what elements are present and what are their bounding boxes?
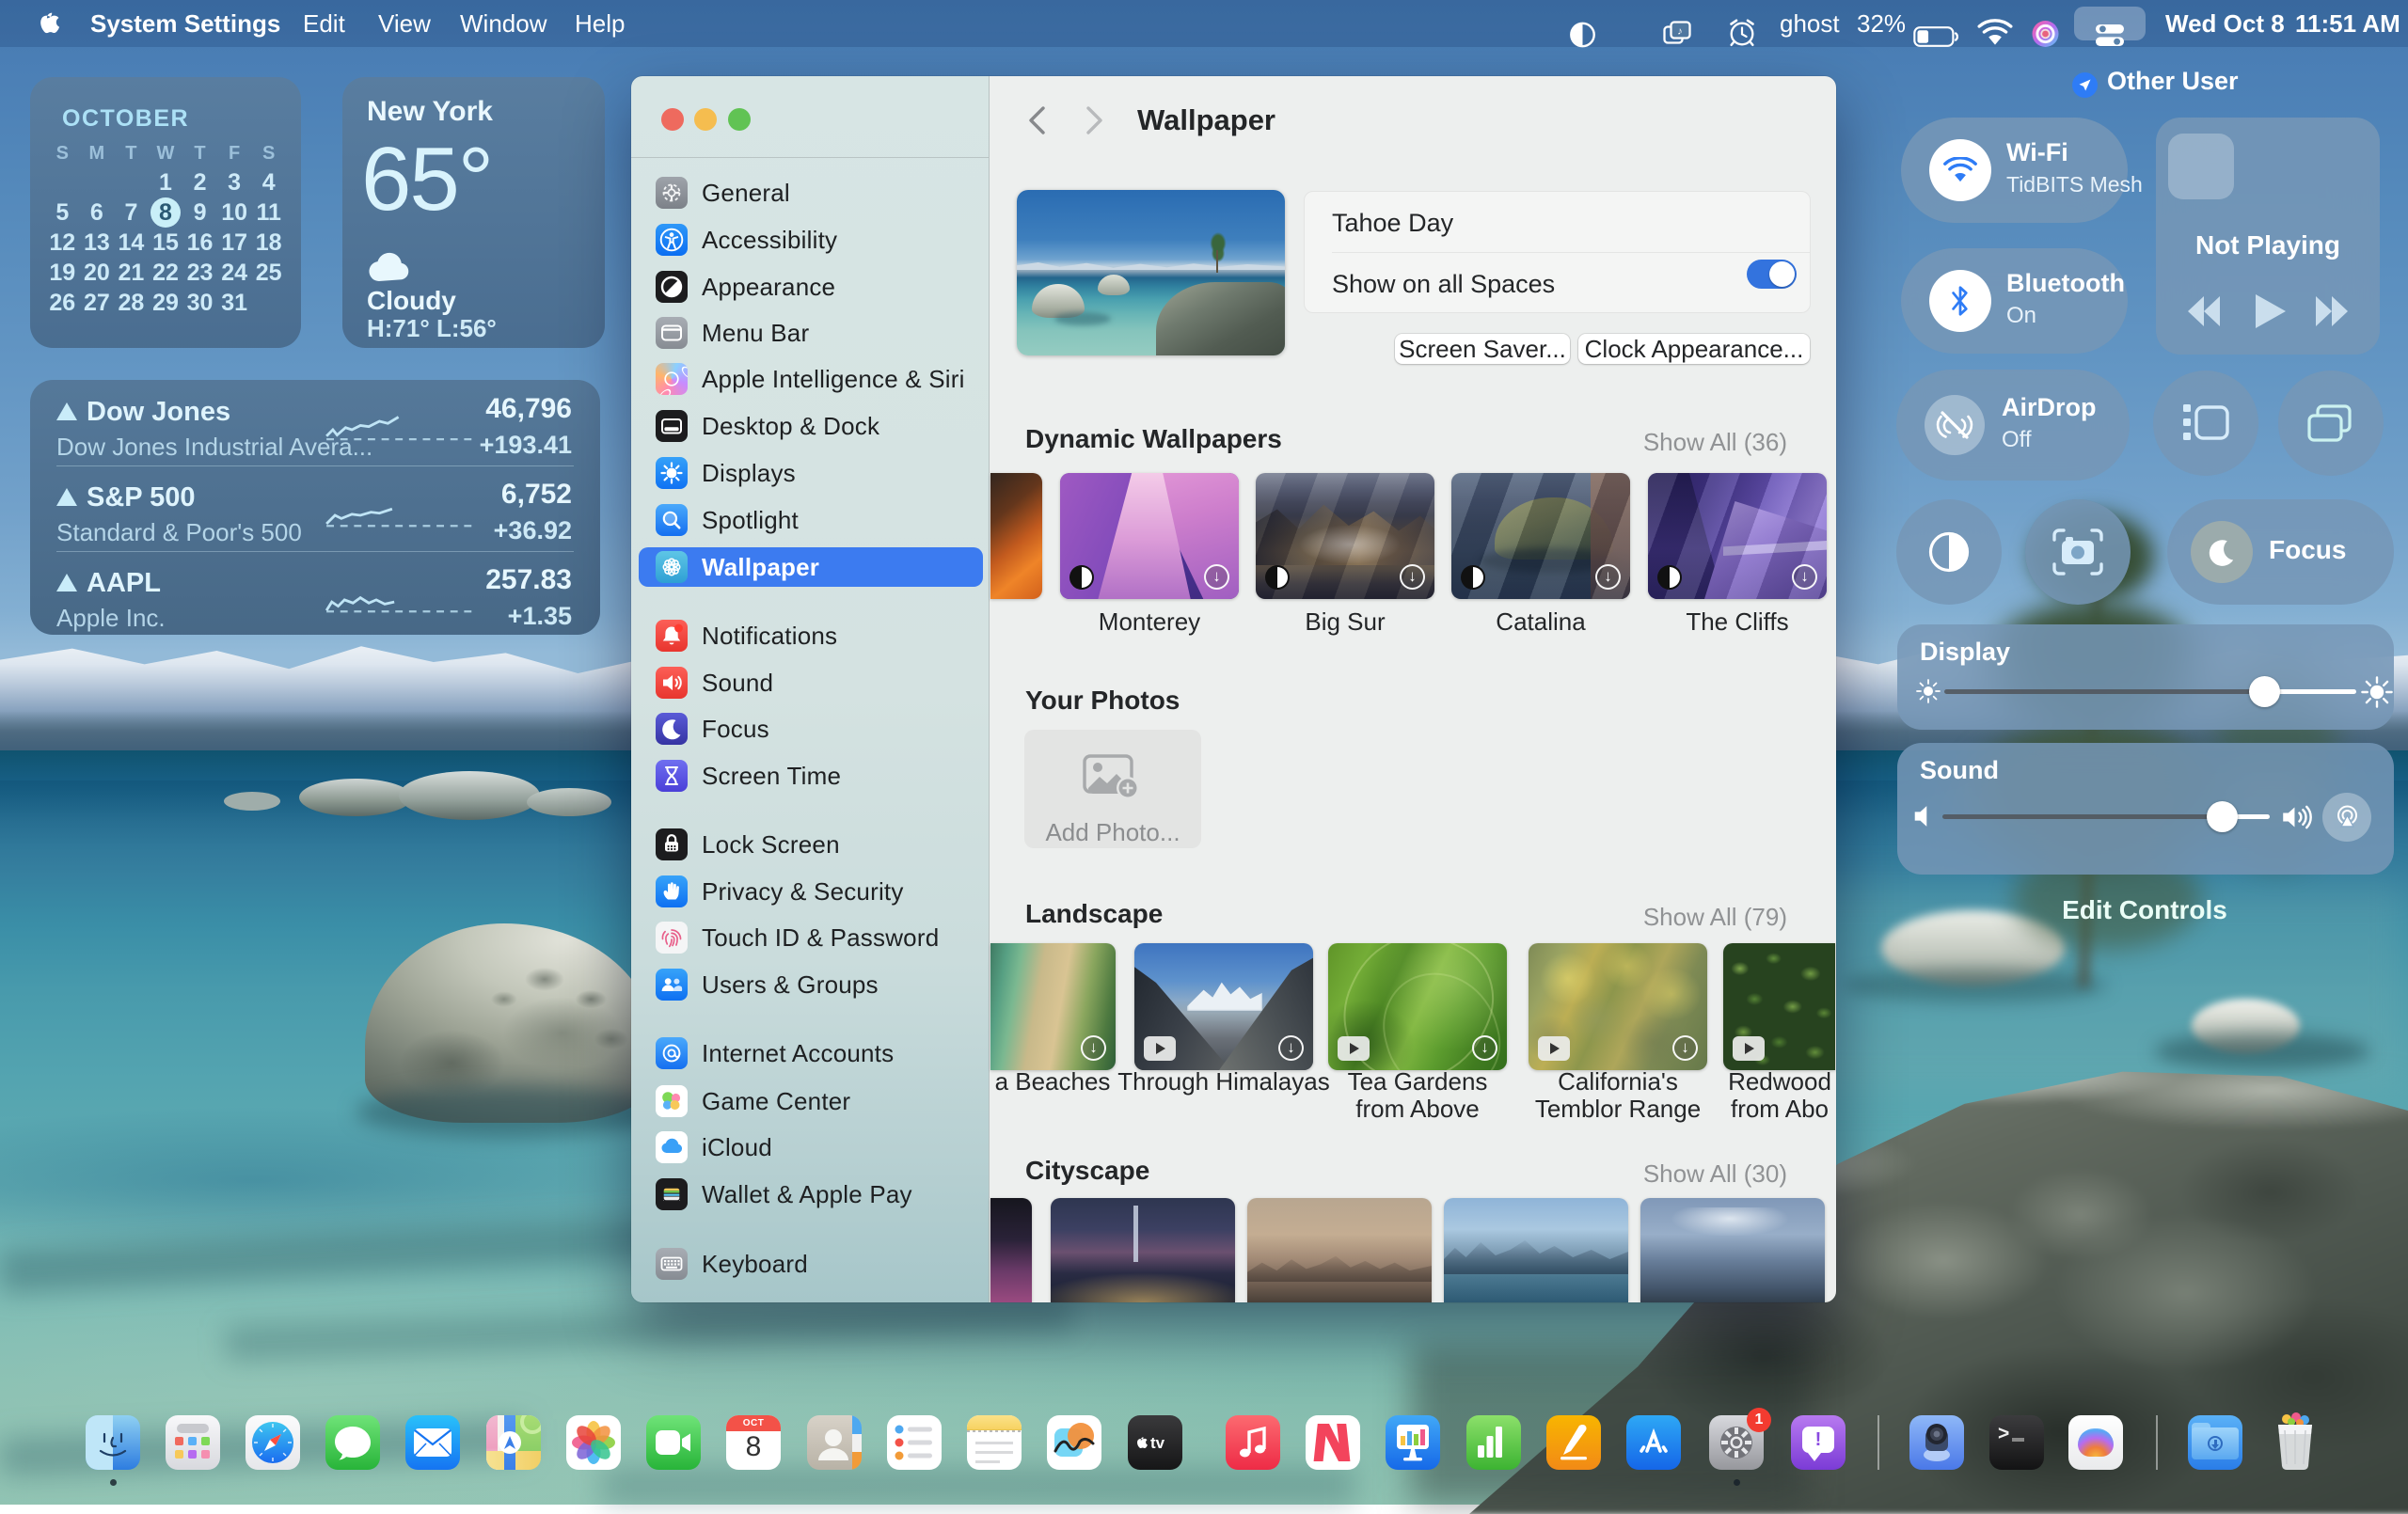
svg-text:♪: ♪ bbox=[1677, 26, 1683, 38]
svg-text:tv: tv bbox=[1150, 1434, 1165, 1452]
